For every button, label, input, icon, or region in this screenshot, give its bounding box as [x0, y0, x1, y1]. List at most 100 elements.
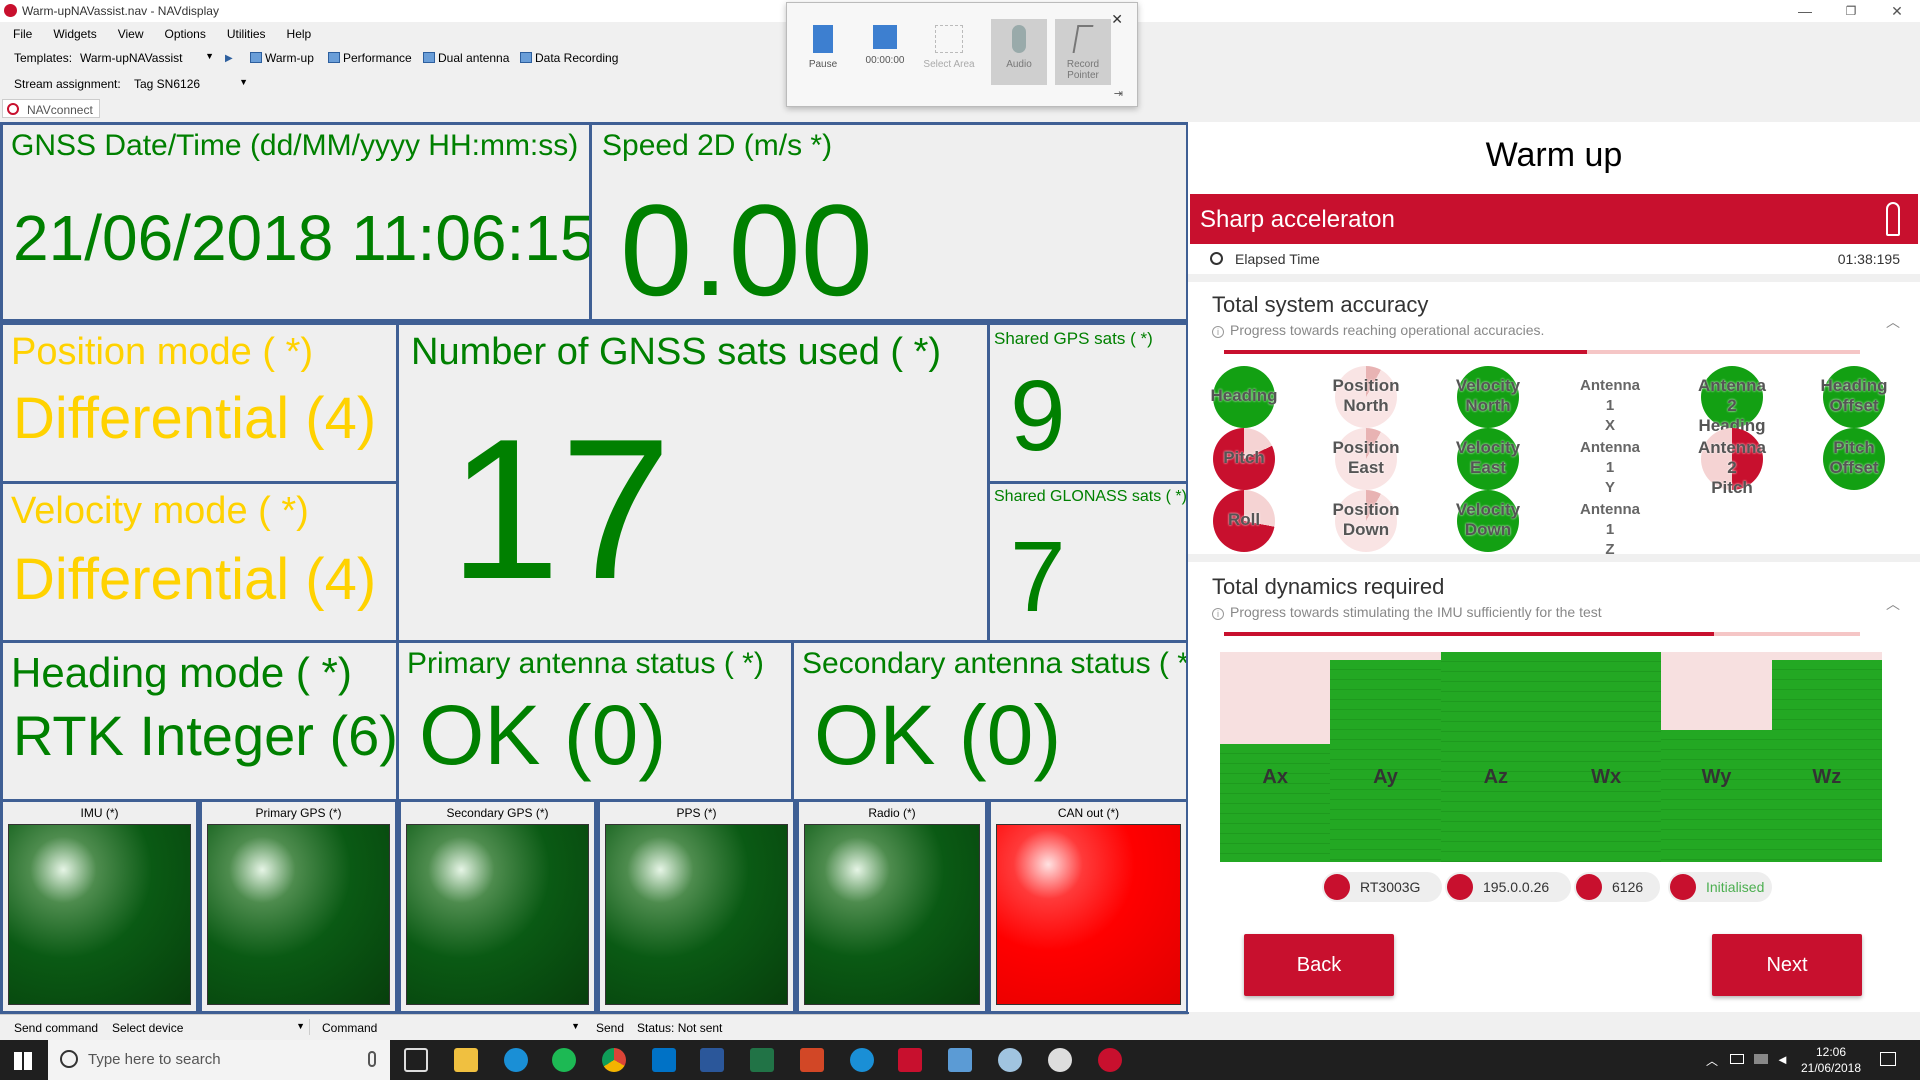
led-label: CAN out (*): [1057, 806, 1120, 820]
select-area-button[interactable]: Select Area: [921, 19, 977, 85]
dynamics-column: Wx: [1551, 652, 1662, 862]
navdisplay-icon[interactable]: [1098, 1048, 1122, 1072]
led-tile: PPS (*): [597, 799, 796, 1014]
collapse-icon[interactable]: ︿: [1886, 594, 1900, 614]
menu-help[interactable]: Help: [274, 24, 320, 41]
template-performance[interactable]: Performance: [328, 51, 412, 65]
dynamics-bar: [1330, 660, 1441, 862]
recorder-timer: 00:00:00: [865, 55, 905, 66]
accuracy-indicator: Heading: [1208, 366, 1278, 428]
led-lamp-green: [8, 824, 191, 1005]
powerpoint-icon[interactable]: [800, 1048, 824, 1072]
stop-button[interactable]: 00:00:00: [857, 19, 913, 85]
dynamics-progress-fill: [1224, 632, 1714, 636]
led-label: Radio (*): [868, 806, 916, 820]
dynamics-subtitle: i Progress towards stimulating the IMU su…: [1212, 604, 1602, 620]
network-icon[interactable]: [1754, 1054, 1768, 1064]
windows-start-icon[interactable]: [14, 1052, 32, 1070]
notifications-icon[interactable]: [1880, 1052, 1896, 1066]
info-icon: i: [1212, 608, 1224, 620]
menu-view[interactable]: View: [105, 24, 152, 41]
clock-date: 21/06/2018: [1800, 1061, 1862, 1075]
accuracy-progress-fill: [1224, 350, 1587, 354]
dynamics-column: Ay: [1330, 652, 1441, 862]
outlook-icon[interactable]: [652, 1048, 676, 1072]
skype-icon[interactable]: [504, 1048, 528, 1072]
menu-utilities[interactable]: Utilities: [214, 24, 274, 41]
tile-value: 17: [449, 398, 672, 621]
led-lamp-red: [996, 824, 1181, 1005]
tile-label: Heading mode ( *): [11, 649, 352, 696]
accuracy-indicator: Pitch: [1208, 428, 1278, 490]
file-explorer-icon[interactable]: [454, 1048, 478, 1072]
led-tile: IMU (*): [0, 799, 199, 1014]
accuracy-sublabel: North: [1343, 396, 1389, 415]
audio-button[interactable]: Audio: [991, 19, 1047, 85]
excel-icon[interactable]: [750, 1048, 774, 1072]
maximize-button[interactable]: ❐: [1828, 0, 1874, 22]
command-input[interactable]: ▼: [392, 1019, 584, 1035]
ip-address-chip: 195.0.0.26: [1445, 872, 1571, 902]
device-dropdown[interactable]: ▼: [190, 1019, 310, 1035]
paint-icon[interactable]: [998, 1048, 1022, 1072]
play-icon[interactable]: ▶: [225, 53, 233, 64]
accuracy-sublabel: Down: [1342, 520, 1390, 539]
app-icon[interactable]: [898, 1048, 922, 1072]
gnss-time-tile: GNSS Date/Time (dd/MM/yyyy HH:mm:ss) 21/…: [0, 122, 592, 322]
accuracy-indicator: Velocity East: [1452, 428, 1522, 490]
device-icon: [1886, 202, 1900, 236]
record-pointer-button[interactable]: Record Pointer: [1055, 19, 1111, 85]
send-button[interactable]: Send: [596, 1021, 624, 1035]
led-lamp-green: [605, 824, 788, 1005]
skype-business-icon[interactable]: [850, 1048, 874, 1072]
accuracy-sublabel: North: [1465, 396, 1511, 415]
navconnect-tab[interactable]: NAVconnect: [2, 99, 100, 118]
speed-tile: Speed 2D (m/s *) 0.00: [589, 122, 1189, 322]
clock-time: 12:06: [1815, 1045, 1847, 1059]
menu-options[interactable]: Options: [152, 24, 214, 41]
collapse-icon[interactable]: ︿: [1886, 312, 1900, 332]
chevron-down-icon: ▼: [239, 77, 248, 87]
command-label: Command: [322, 1021, 378, 1035]
menu-file[interactable]: File: [0, 24, 40, 41]
chrome-icon[interactable]: [602, 1048, 626, 1072]
chevron-down-icon: ▼: [571, 1021, 580, 1031]
back-button[interactable]: Back: [1244, 934, 1394, 996]
led-label: Primary GPS (*): [255, 806, 342, 820]
system-clock[interactable]: 12:06 21/06/2018: [1796, 1044, 1866, 1076]
accuracy-label: Heading: [1820, 376, 1888, 395]
pin-icon[interactable]: ⇥: [1114, 87, 1123, 100]
template-warm-up[interactable]: Warm-up: [250, 51, 314, 65]
app-icon[interactable]: [1048, 1048, 1072, 1072]
heading-mode-tile: Heading mode ( *) RTK Integer (6): [0, 640, 399, 802]
next-button[interactable]: Next: [1712, 934, 1862, 996]
templates-dropdown[interactable]: Warm-upNAVassist ▼: [80, 51, 216, 65]
battery-icon[interactable]: [1730, 1054, 1744, 1064]
template-dual-antenna[interactable]: Dual antenna: [423, 51, 509, 65]
task-view-icon[interactable]: [404, 1048, 428, 1072]
divider: [1188, 554, 1920, 562]
chevron-down-icon: ▼: [296, 1021, 305, 1031]
tray-chevron-icon[interactable]: ︿: [1706, 1052, 1718, 1069]
word-icon[interactable]: [700, 1048, 724, 1072]
accuracy-indicator: Antenna 1Z: [1574, 490, 1644, 558]
close-icon[interactable]: ✕: [1111, 11, 1123, 28]
taskbar-search[interactable]: Type here to search: [48, 1040, 390, 1080]
pause-icon: [813, 25, 833, 53]
volume-icon[interactable]: ◄: [1776, 1052, 1789, 1067]
accuracy-label: Antenna 1: [1580, 377, 1640, 414]
tile-label: Number of GNSS sats used ( *): [411, 331, 942, 373]
templates-toolbar: Templates: Warm-upNAVassist ▼ ▶ Warm-up P…: [0, 48, 790, 70]
accuracy-label: Heading: [1210, 386, 1278, 405]
template-data-recording[interactable]: Data Recording: [520, 51, 618, 65]
template-icon: [423, 52, 435, 63]
menu-widgets[interactable]: Widgets: [40, 24, 104, 41]
minimize-button[interactable]: —: [1782, 0, 1828, 22]
stream-dropdown[interactable]: Tag SN6126 ▼: [134, 77, 250, 91]
spotify-icon[interactable]: [552, 1048, 576, 1072]
stream-dropdown-value: Tag SN6126: [134, 77, 201, 91]
app-icon[interactable]: [948, 1048, 972, 1072]
navconnect-label: NAVconnect: [27, 103, 93, 117]
pause-button[interactable]: Pause: [795, 19, 851, 85]
close-button[interactable]: ✕: [1874, 0, 1920, 22]
